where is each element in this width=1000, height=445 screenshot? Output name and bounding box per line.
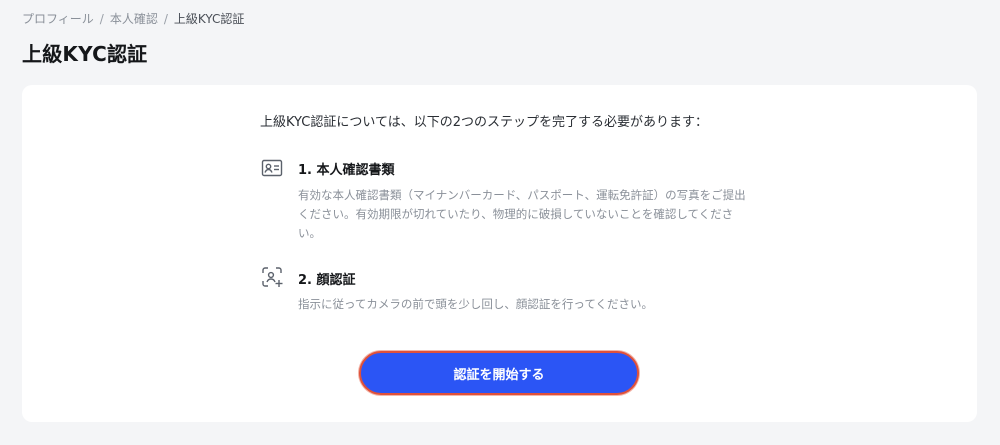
step-2-description: 指示に従ってカメラの前で頭を少し回し、顔認証を行ってください。	[298, 295, 748, 314]
face-scan-icon	[260, 265, 284, 289]
step-2-title: 2. 顔認証	[298, 273, 356, 288]
start-verification-button[interactable]: 認証を開始する	[359, 351, 639, 395]
step-2-desc-line: 指示に従ってカメラの前で頭を少し回し、顔認証を行ってください。	[298, 297, 654, 311]
step-1-desc-line: い。	[298, 226, 321, 240]
step-1-desc-line: 有効な本人確認書類（マイナンバーカード、パスポート、運転免許証）の写真をご提出	[298, 188, 746, 202]
step-1-title: 1. 本人確認書類	[298, 163, 395, 178]
breadcrumb-item-current: 上級KYC認証	[173, 12, 245, 26]
id-card-icon	[260, 156, 284, 180]
kyc-card: 上級KYC認証については、以下の2つのステップを完了する必要があります： 1. …	[22, 85, 977, 422]
intro-text: 上級KYC認証については、以下の2つのステップを完了する必要があります：	[260, 115, 708, 130]
breadcrumb: プロフィール / 本人確認 / 上級KYC認証	[22, 10, 244, 27]
breadcrumb-separator: /	[163, 11, 168, 26]
breadcrumb-item-profile[interactable]: プロフィール	[22, 10, 94, 27]
step-1-description: 有効な本人確認書類（マイナンバーカード、パスポート、運転免許証）の写真をご提出 …	[298, 186, 748, 243]
breadcrumb-separator: /	[99, 11, 104, 26]
step-1-desc-line: ください。有効期限が切れていたり、物理的に破損していないことを確認してくださ	[298, 207, 734, 221]
breadcrumb-item-identity[interactable]: 本人確認	[110, 10, 158, 27]
page-title: 上級KYC認証	[22, 42, 148, 66]
